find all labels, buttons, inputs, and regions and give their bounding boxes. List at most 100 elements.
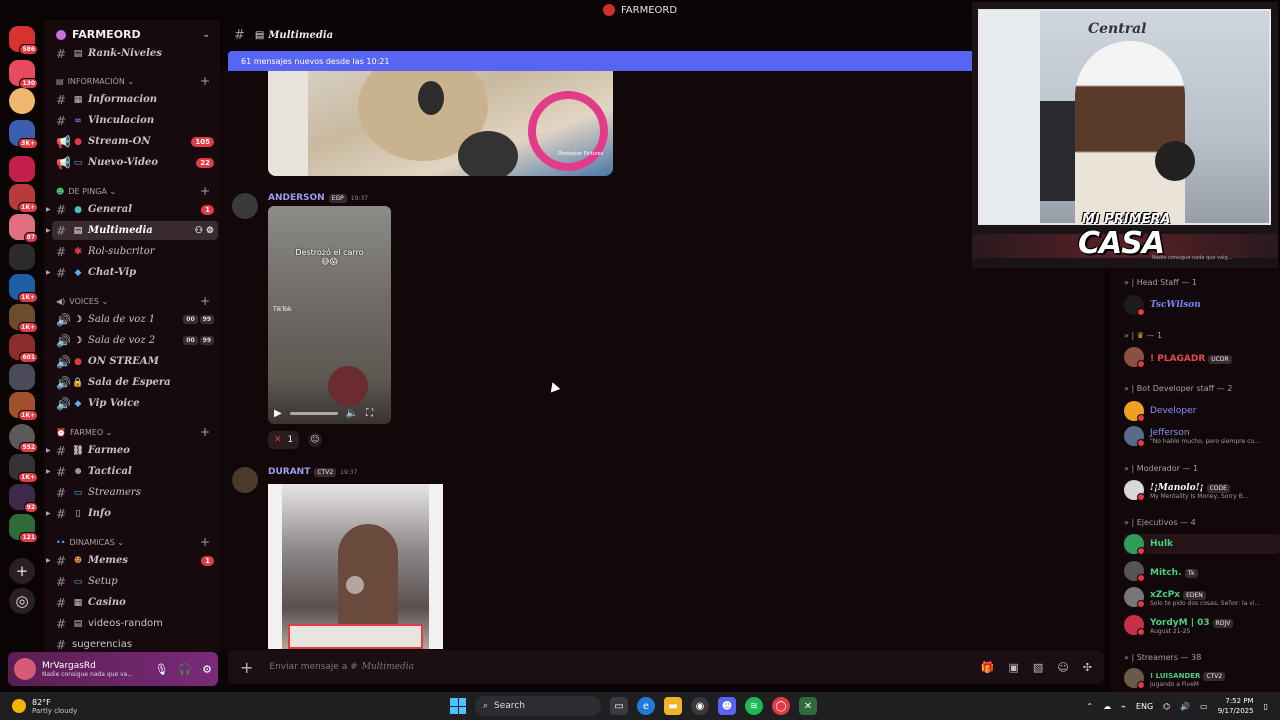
- member-item[interactable]: ! LUISANDER CTV2 Jugando a FiveM: [1124, 668, 1280, 689]
- message-author[interactable]: DURANT: [268, 467, 310, 477]
- edge-icon[interactable]: e: [637, 697, 655, 715]
- reaction-chip[interactable]: ✕ 1: [268, 431, 300, 449]
- cloud-icon[interactable]: ☁: [1103, 702, 1111, 711]
- clock[interactable]: 7:52 PM 9/17/2025: [1218, 696, 1254, 716]
- server-icon[interactable]: 1K+: [9, 274, 38, 303]
- category-informacion[interactable]: ▤ INFORMACIÓN ⌄ +: [44, 73, 220, 89]
- headphones-icon[interactable]: 🎧: [178, 663, 192, 676]
- server-icon[interactable]: 1K+: [9, 392, 38, 421]
- avatar[interactable]: [14, 658, 36, 680]
- channel-sugerencias[interactable]: # sugerencias: [52, 635, 218, 652]
- member-item[interactable]: !¡Manolo!¡ CODE My Mentality Is Money, Sor…: [1124, 480, 1280, 501]
- attach-plus-icon[interactable]: +: [240, 658, 253, 677]
- member-item[interactable]: Developer: [1124, 401, 1280, 422]
- member-item[interactable]: Jefferson "No hablo mucho, pero siempre c…: [1124, 426, 1280, 447]
- obs-icon[interactable]: ◯: [772, 697, 790, 715]
- fullscreen-icon[interactable]: ⛶: [366, 408, 373, 419]
- chevron-up-icon[interactable]: ⌃: [1086, 702, 1093, 711]
- channel-general[interactable]: ▶ # ● General 1: [46, 200, 218, 219]
- windows-start-icon[interactable]: [450, 698, 466, 714]
- battery-icon[interactable]: ▭: [1200, 702, 1208, 711]
- gift-icon[interactable]: 🎁: [981, 661, 995, 674]
- member-item[interactable]: ! PLAGADR UCDR: [1124, 347, 1280, 368]
- category-voices[interactable]: ◀) VOICES ⌄ +: [44, 293, 220, 309]
- avatar[interactable]: [232, 193, 258, 219]
- channel-memes[interactable]: ▶ # ☻ Memes 1: [46, 551, 218, 570]
- server-icon[interactable]: 601: [9, 334, 38, 363]
- channel-casino[interactable]: # ▦ Casino: [52, 593, 218, 612]
- server-icon[interactable]: 121: [9, 514, 38, 543]
- channel-streamers[interactable]: # ▭ Streamers: [52, 483, 218, 502]
- new-messages-banner[interactable]: 61 mensajes nuevos desde las 10:21: [228, 51, 972, 71]
- channel-farmeo[interactable]: ▶ # ⛓ Farmeo: [46, 441, 218, 460]
- channel-settings-icon[interactable]: ⚇ ⚙: [195, 226, 214, 236]
- play-icon[interactable]: ▶: [274, 408, 282, 419]
- server-icon[interactable]: [9, 88, 35, 114]
- channel-info[interactable]: ▶ # ▯ Info: [46, 504, 218, 523]
- server-icon[interactable]: 1K+: [9, 454, 38, 483]
- channel-multimedia[interactable]: ▶ # ▤ Multimedia ⚇ ⚙: [46, 221, 218, 240]
- volume-icon[interactable]: 🔈: [346, 408, 358, 419]
- gif-icon[interactable]: ▣: [1009, 661, 1019, 674]
- server-icon[interactable]: 92: [9, 484, 38, 513]
- channel-rol-subcritor[interactable]: # ✱ Rol-subcritor: [52, 242, 218, 261]
- usb-icon[interactable]: ⌁: [1121, 702, 1126, 711]
- category-de-pinga[interactable]: ☻ DE PINGA ⌄ +: [44, 183, 220, 199]
- discord-icon[interactable]: ☻: [718, 697, 736, 715]
- video-attachment[interactable]: Destrozó el carro 😅😱 TikTok ▶ 🔈 ⛶: [268, 206, 391, 424]
- server-icon[interactable]: 586: [9, 26, 38, 55]
- media-attachment[interactable]: Photostar Pictures: [268, 71, 613, 176]
- volume-icon[interactable]: 🔊: [1180, 702, 1190, 711]
- taskbar-search[interactable]: ⌕ Search: [475, 696, 601, 716]
- video-attachment[interactable]: [268, 484, 443, 649]
- category-dinamicas[interactable]: •• DINAMICAS ⌄ +: [44, 534, 220, 550]
- notifications-icon[interactable]: ▯: [1264, 702, 1268, 711]
- play-icon[interactable]: [346, 576, 364, 594]
- server-icon[interactable]: 130: [9, 60, 38, 89]
- apps-icon[interactable]: ✣: [1083, 661, 1092, 674]
- channel-chat-vip[interactable]: ▶ # ◆ Chat-Vip: [46, 263, 218, 282]
- explore-servers-button[interactable]: ◎: [9, 588, 35, 614]
- channel-rank-niveles[interactable]: # ▤ Rank-Niveles: [52, 44, 218, 63]
- member-item[interactable]: Hulk: [1124, 534, 1280, 555]
- add-channel-icon[interactable]: +: [200, 74, 210, 88]
- category-farmeo[interactable]: ⏰ FARMEO ⌄ +: [44, 424, 220, 440]
- voice-channel-sala-espera[interactable]: 🔊 🔒 Sala de Espera: [52, 373, 218, 392]
- server-icon[interactable]: [9, 244, 35, 270]
- add-server-button[interactable]: +: [9, 558, 35, 584]
- member-item[interactable]: xZcPx EDEN Solo te pido dos cosas, Señor: …: [1124, 587, 1280, 608]
- member-item[interactable]: TscWilson: [1124, 295, 1280, 316]
- channel-nuevo-video[interactable]: 📢 ▭ Nuevo-Video 22: [52, 153, 218, 172]
- wifi-icon[interactable]: ⌬: [1163, 702, 1170, 711]
- add-channel-icon[interactable]: +: [200, 294, 210, 308]
- seek-bar[interactable]: [289, 411, 338, 415]
- server-icon[interactable]: 1K+: [9, 184, 38, 213]
- weather-widget[interactable]: 82°F Partly cloudy: [12, 698, 77, 715]
- file-explorer-icon[interactable]: ▬: [664, 697, 682, 715]
- member-item[interactable]: Mitch. Tk: [1124, 561, 1280, 582]
- server-icon[interactable]: [9, 364, 35, 390]
- server-icon[interactable]: 87: [9, 214, 38, 243]
- voice-channel-vip[interactable]: 🔊 ◆ Vip Voice: [52, 394, 218, 413]
- task-view-icon[interactable]: ▭: [610, 697, 628, 715]
- add-channel-icon[interactable]: +: [200, 535, 210, 549]
- server-icon[interactable]: 552: [9, 424, 38, 453]
- channel-videos-random[interactable]: # ▤ videos-random: [52, 614, 218, 633]
- microphone-icon[interactable]: 🎙: [154, 663, 168, 676]
- voice-channel-sala-2[interactable]: 🔊 ☽ Sala de voz 2 00 99: [52, 331, 218, 350]
- add-reaction-icon[interactable]: ☺: [308, 433, 322, 447]
- add-channel-icon[interactable]: +: [200, 425, 210, 439]
- chrome-icon[interactable]: ◉: [691, 697, 709, 715]
- channel-informacion[interactable]: # ▦ Informacion: [52, 90, 218, 109]
- spotify-icon[interactable]: ≋: [745, 697, 763, 715]
- emoji-icon[interactable]: ☺: [1057, 661, 1068, 674]
- server-icon[interactable]: 3K+: [9, 120, 38, 149]
- server-icon[interactable]: 1K+: [9, 304, 38, 333]
- gear-icon[interactable]: ⚙: [202, 663, 212, 676]
- channel-setup[interactable]: # ▭ Setup: [52, 572, 218, 591]
- channel-stream-on[interactable]: 📢 ● Stream-ON 105: [52, 132, 218, 151]
- message-author[interactable]: ANDERSON: [268, 193, 325, 203]
- voice-channel-on-stream[interactable]: 🔊 ● ON STREAM: [52, 352, 218, 371]
- excel-icon[interactable]: ✕: [799, 697, 817, 715]
- message-composer[interactable]: + Enviar mensaje a # Multimedia 🎁 ▣ ▧ ☺ …: [228, 650, 1104, 684]
